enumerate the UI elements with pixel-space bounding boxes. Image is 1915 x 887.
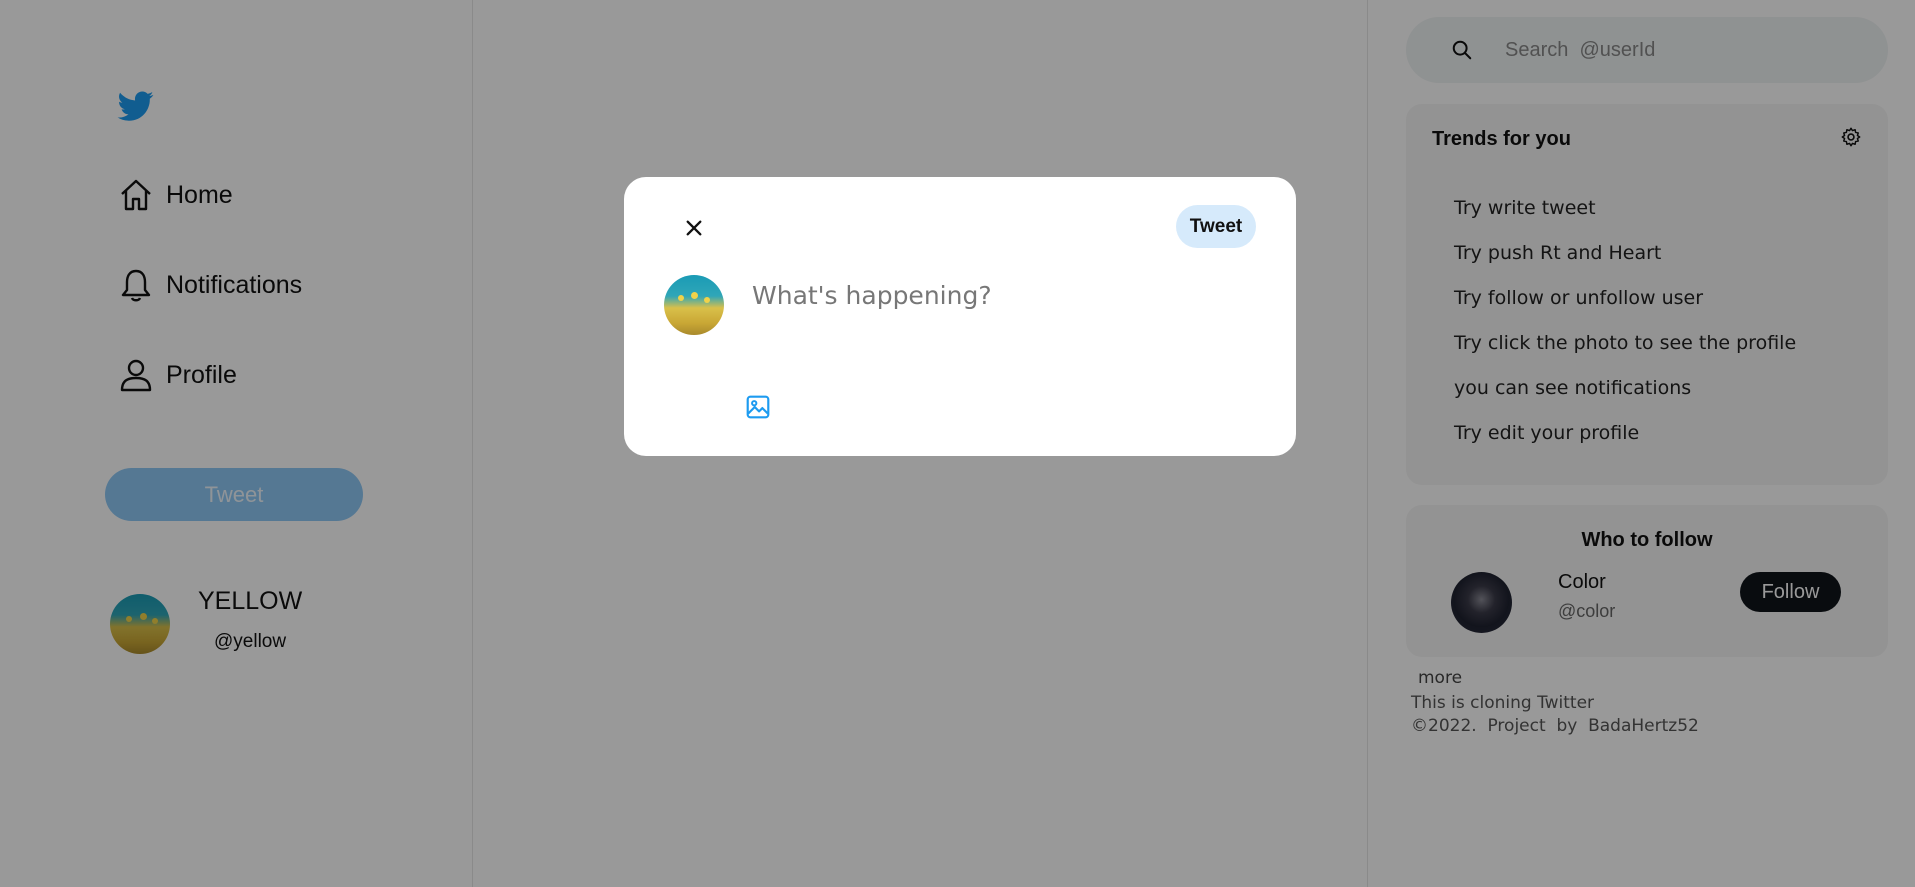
avatar[interactable] (664, 275, 724, 335)
submit-tweet-button[interactable]: Tweet (1176, 205, 1256, 248)
image-upload-icon[interactable] (745, 394, 771, 420)
close-icon (686, 220, 702, 236)
compose-input[interactable] (752, 281, 1252, 310)
close-button[interactable] (680, 214, 708, 242)
compose-tweet-modal: Tweet (624, 177, 1296, 456)
